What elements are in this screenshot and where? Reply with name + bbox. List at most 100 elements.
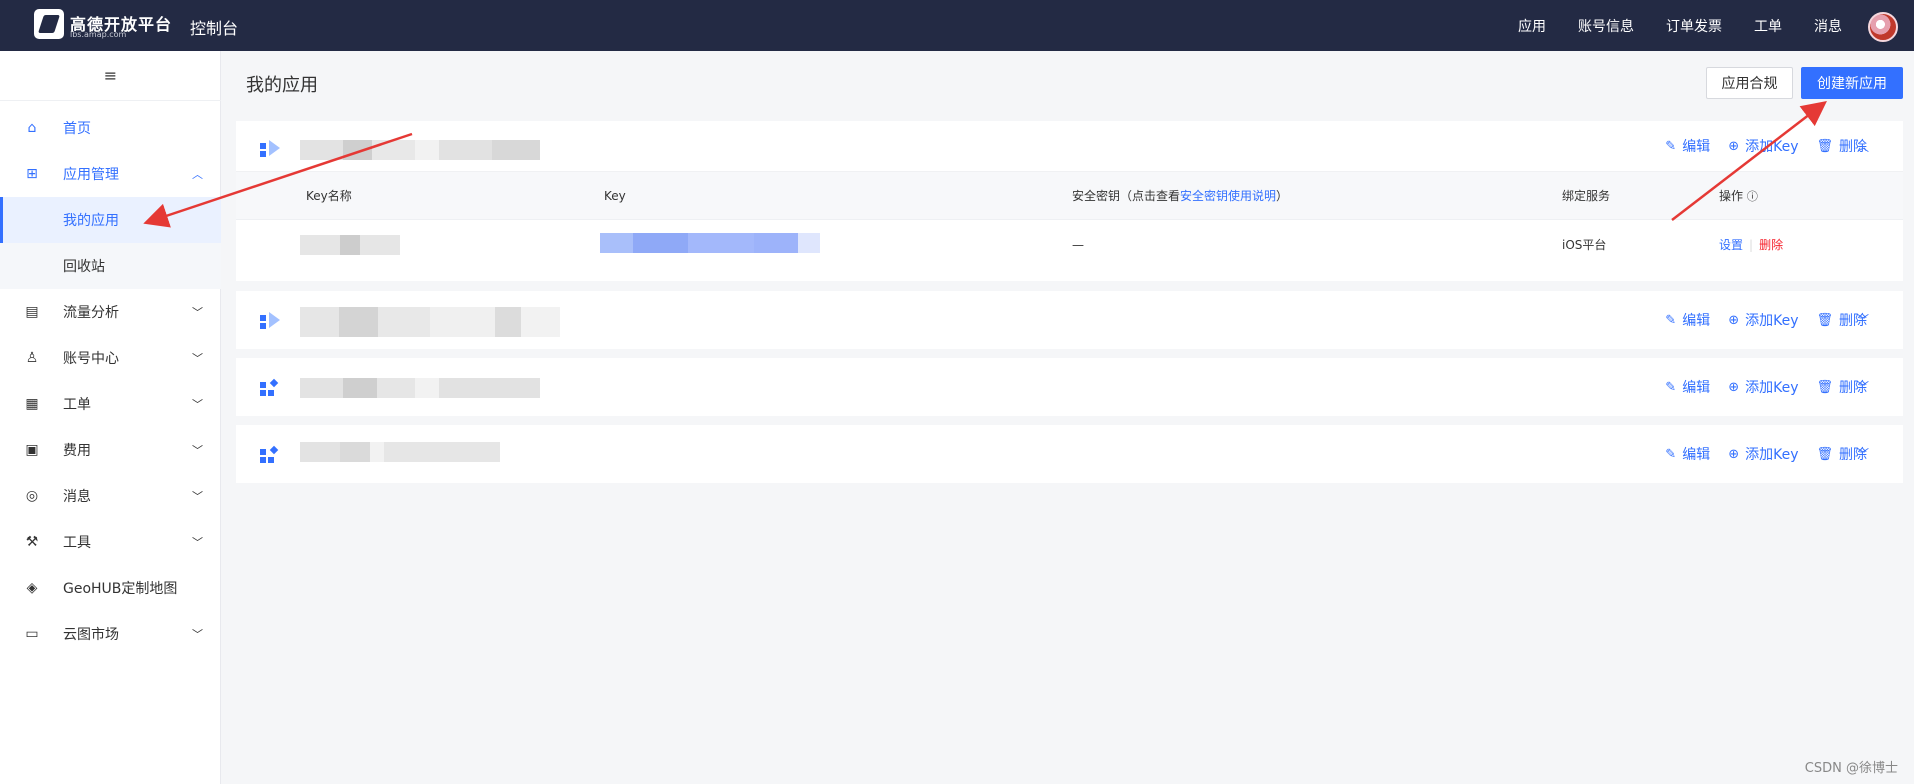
- avatar[interactable]: [1868, 12, 1898, 42]
- logo-subtitle: lbs.amap.com: [70, 30, 127, 39]
- add-key-button[interactable]: ⊕ 添加Key: [1728, 444, 1798, 464]
- sidebar-item-label: 首页: [63, 121, 91, 137]
- topnav-apps[interactable]: 应用: [1518, 16, 1546, 36]
- logo[interactable]: 高德开放平台 lbs.amap.com: [34, 9, 171, 41]
- top-bar: 高德开放平台 lbs.amap.com 控制台 应用 账号信息 订单发票 工单 …: [0, 0, 1914, 51]
- topnav-invoice[interactable]: 订单发票: [1666, 16, 1722, 36]
- add-key-button[interactable]: ⊕ 添加Key: [1728, 310, 1798, 330]
- ios-app-icon: [260, 312, 280, 332]
- chart-icon: ▤: [25, 304, 39, 320]
- sidebar-item-geohub[interactable]: ◈ GeoHUB定制地图: [0, 565, 221, 611]
- edit-label: 编辑: [1682, 380, 1711, 396]
- sidebar-item-traffic[interactable]: ▤ 流量分析 ﹀: [0, 289, 221, 335]
- app-card: ✎ 编辑 ⊕ 添加Key 🗑 删除 ﹀: [236, 291, 1903, 349]
- edit-label: 编辑: [1682, 313, 1711, 329]
- topnav-ticket[interactable]: 工单: [1754, 16, 1782, 36]
- bound-service: iOS平台: [1562, 238, 1607, 252]
- menu-collapse-icon[interactable]: ≡: [0, 51, 221, 101]
- create-app-button[interactable]: 创建新应用: [1801, 67, 1903, 99]
- grid-icon: ⊞: [26, 166, 38, 182]
- add-key-button[interactable]: ⊕ 添加Key: [1728, 136, 1798, 156]
- key-value-redacted[interactable]: [600, 233, 820, 253]
- topnav-messages[interactable]: 消息: [1814, 16, 1842, 36]
- app-card-header: ✎ 编辑 ⊕ 添加Key 🗑 删除 ﹀: [236, 425, 1903, 483]
- multi-platform-app-icon: [260, 445, 280, 466]
- row-actions: 设置 | 删除: [1719, 238, 1784, 252]
- sidebar-item-tools[interactable]: ⚒ 工具 ﹀: [0, 519, 221, 565]
- sidebar-item-app-management[interactable]: ⊞ 应用管理 ︿: [0, 151, 221, 197]
- add-key-button[interactable]: ⊕ 添加Key: [1728, 377, 1798, 397]
- sidebar-item-label: 账号中心: [63, 351, 119, 367]
- ios-app-icon: [260, 140, 280, 160]
- topnav-account[interactable]: 账号信息: [1578, 16, 1634, 36]
- sidebar-item-label: 工单: [63, 397, 91, 413]
- sidebar-item-label: 消息: [63, 489, 91, 505]
- edit-button[interactable]: ✎ 编辑: [1665, 136, 1710, 156]
- edit-button[interactable]: ✎ 编辑: [1665, 444, 1710, 464]
- col-actions-label: 操作: [1719, 189, 1744, 203]
- add-key-label: 添加Key: [1745, 380, 1799, 396]
- app-compliance-button[interactable]: 应用合规: [1706, 67, 1793, 99]
- sidebar-item-account[interactable]: ♙ 账号中心 ﹀: [0, 335, 221, 381]
- info-icon[interactable]: ⓘ: [1747, 190, 1758, 203]
- delete-key-link[interactable]: 删除: [1759, 238, 1783, 252]
- sidebar-item-home[interactable]: ⌂ 首页: [0, 105, 221, 151]
- col-service: 绑定服务: [1562, 189, 1611, 203]
- ticket-icon: ▦: [25, 396, 39, 412]
- chevron-down-icon[interactable]: ﹀: [1857, 378, 1869, 395]
- sidebar-item-label: 回收站: [63, 259, 105, 275]
- sidebar-item-label: 工具: [63, 535, 91, 551]
- app-card-header: ✎ 编辑 ⊕ 添加Key 🗑 删除 ﹀: [236, 358, 1903, 416]
- sidebar-subitem-recycle-bin[interactable]: 回收站: [0, 243, 221, 289]
- app-card-actions: ✎ 编辑 ⊕ 添加Key 🗑 删除: [1647, 291, 1867, 349]
- col-actions: 操作 ⓘ: [1719, 172, 1758, 221]
- sidebar-item-label: 云图市场: [63, 627, 119, 643]
- col-key-name: Key名称: [306, 189, 352, 203]
- sidebar-item-fees[interactable]: ▣ 费用 ﹀: [0, 427, 221, 473]
- top-nav: 应用 账号信息 订单发票 工单 消息: [1486, 0, 1842, 51]
- chevron-down-icon: ﹀: [192, 628, 203, 641]
- sidebar-subitem-my-apps[interactable]: 我的应用: [0, 197, 221, 243]
- page-title: 我的应用: [246, 75, 318, 96]
- sidebar-item-ticket[interactable]: ▦ 工单 ﹀: [0, 381, 221, 427]
- edit-icon: ✎: [1665, 379, 1677, 395]
- edit-icon: ✎: [1665, 138, 1677, 154]
- chevron-down-icon: ﹀: [192, 490, 203, 503]
- sidebar-item-cloud-market[interactable]: ▭ 云图市场 ﹀: [0, 611, 221, 657]
- col-secret-close: ）: [1276, 189, 1289, 203]
- plus-circle-icon: ⊕: [1728, 138, 1740, 154]
- sidebar-item-label: 应用管理: [63, 167, 119, 183]
- console-title[interactable]: 控制台: [190, 15, 238, 39]
- plus-circle-icon: ⊕: [1728, 446, 1740, 462]
- edit-label: 编辑: [1682, 139, 1711, 155]
- app-card: ✎ 编辑 ⊕ 添加Key 🗑 删除 ︿ Key名称 Key 安全密钥（点击查看安全密钥…: [236, 121, 1903, 281]
- app-card-header: ✎ 编辑 ⊕ 添加Key 🗑 删除 ﹀: [236, 291, 1903, 349]
- sidebar-item-messages[interactable]: ◎ 消息 ﹀: [0, 473, 221, 519]
- col-key: Key: [604, 189, 626, 203]
- sidebar-item-label: 流量分析: [63, 305, 119, 321]
- col-secret-label: 安全密钥（点击查看: [1072, 189, 1181, 203]
- add-key-label: 添加Key: [1745, 139, 1799, 155]
- home-icon: ⌂: [27, 120, 37, 136]
- sidebar-item-label: 费用: [63, 443, 91, 459]
- edit-button[interactable]: ✎ 编辑: [1665, 310, 1710, 330]
- secret-doc-link[interactable]: 安全密钥使用说明: [1180, 189, 1276, 203]
- chevron-down-icon: ﹀: [192, 306, 203, 319]
- trash-icon: 🗑: [1816, 379, 1833, 395]
- settings-link[interactable]: 设置: [1719, 238, 1743, 252]
- edit-icon: ✎: [1665, 446, 1677, 462]
- app-name-redacted: [300, 307, 560, 337]
- watermark: CSDN @徐博士: [1804, 761, 1898, 776]
- sidebar: ≡ ⌂ 首页 ⊞ 应用管理 ︿ 我的应用 回收站 ▤ 流量分析 ﹀ ♙ 账号中心…: [0, 51, 221, 784]
- chevron-up-icon[interactable]: ︿: [1857, 138, 1869, 155]
- table-row: — iOS平台 设置 | 删除: [236, 219, 1903, 269]
- app-name-redacted: [300, 378, 540, 398]
- edit-button[interactable]: ✎ 编辑: [1665, 377, 1710, 397]
- layers-icon: ◈: [26, 580, 38, 596]
- col-secret: 安全密钥（点击查看安全密钥使用说明）: [1072, 172, 1288, 220]
- chevron-down-icon[interactable]: ﹀: [1857, 445, 1869, 462]
- message-icon: ◎: [25, 488, 39, 504]
- chevron-down-icon[interactable]: ﹀: [1857, 311, 1869, 328]
- trash-icon: 🗑: [1816, 312, 1833, 328]
- edit-icon: ✎: [1665, 312, 1677, 328]
